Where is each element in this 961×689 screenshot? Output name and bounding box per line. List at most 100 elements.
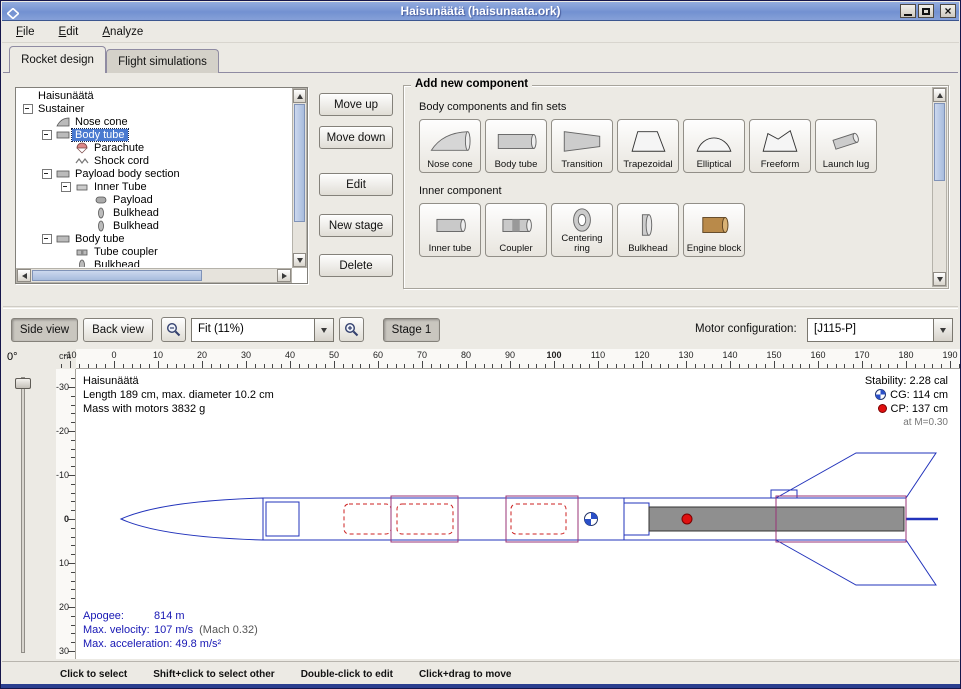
tab-flight-simulations[interactable]: Flight simulations [106,49,219,73]
add-bulkhead-button[interactable]: Bulkhead [617,203,679,257]
add-centering-ring-button[interactable]: Centering ring [551,203,613,257]
tree-spacer [78,206,92,219]
add-elliptical-button[interactable]: Elliptical [683,119,745,173]
magnifier-minus-icon [166,322,181,337]
add-nose-cone-button[interactable]: Nose cone [419,119,481,173]
arrow-up-icon [297,94,303,99]
add-body-tube-button[interactable]: Body tube [485,119,547,173]
add-trapezoidal-button[interactable]: Trapezoidal [617,119,679,173]
scroll-down-button[interactable] [933,272,946,286]
rotation-slider-track[interactable] [21,377,25,653]
tree-spacer [59,258,73,267]
body-tube-icon [54,168,72,180]
menu-file[interactable]: File [14,24,37,40]
scroll-left-button[interactable] [17,269,31,282]
back-view-button[interactable]: Back view [83,318,153,342]
motor-configuration-combo[interactable]: [J115-P] [807,318,953,342]
tab-rocket-design[interactable]: Rocket design [9,46,106,73]
side-view-button[interactable]: Side view [11,318,78,342]
tree-spacer [59,245,73,258]
stability-value: Stability: 2.28 cal [865,375,948,387]
motor-configuration-label: Motor configuration: [695,323,797,335]
add-engine-block-button[interactable]: Engine block [683,203,745,257]
close-button[interactable]: × [940,4,956,18]
maximize-button[interactable] [918,4,934,18]
combo-dropdown-button[interactable] [314,319,333,341]
scrollbar-thumb[interactable] [32,270,202,281]
add-launch-lug-button[interactable]: Launch lug [815,119,877,173]
tree-spacer [59,141,73,154]
tile-label: Engine block [687,244,741,254]
tree-item-label: Payload body section [72,168,183,180]
window-controls: × [900,4,956,18]
menu-edit[interactable]: Edit [57,24,81,40]
scroll-right-button[interactable] [277,269,291,282]
collapse-handle-icon[interactable] [59,180,73,193]
app-window: Haisunäätä (haisunaata.ork) × File Edit An… [0,0,961,689]
add-freeform-button[interactable]: Freeform [749,119,811,173]
status-hint-click-drag-to-move: Click+drag to move [419,669,512,680]
shock-cord-icon [73,155,91,167]
tree-item-payload-body-section[interactable]: Payload body section [17,167,291,180]
tree-item-label: Bulkhead [110,207,162,219]
tree-item-label: Bulkhead [91,259,143,268]
tree-item-label: Bulkhead [110,220,162,232]
tree-item-body-tube[interactable]: Body tube [17,232,291,245]
tree-vertical-scrollbar[interactable] [292,88,307,268]
zoom-in-button[interactable] [339,317,364,342]
status-hint-click-to-select: Click to select [60,669,127,680]
h-ruler: -100102030405060708090100110120130140150… [76,349,961,369]
window-title: Haisunäätä (haisunaata.ork) [2,4,959,18]
zoom-out-button[interactable] [161,317,186,342]
scroll-up-button[interactable] [933,88,946,102]
add-transition-button[interactable]: Transition [551,119,613,173]
add-panel-scrollbar[interactable] [932,87,947,287]
delete-button[interactable]: Delete [319,254,393,277]
add-coupler-button[interactable]: Coupler [485,203,547,257]
scroll-up-button[interactable] [293,89,306,103]
collapse-handle-icon[interactable] [40,167,54,180]
menu-analyze[interactable]: Analyze [100,24,145,40]
status-hint-shift-click-to-select-other: Shift+click to select other [153,669,274,680]
zoom-level-combo[interactable]: Fit (11%) [191,318,334,342]
tree-item-parachute[interactable]: Parachute [17,141,291,154]
rotation-slider-thumb[interactable] [15,378,31,389]
move-down-button[interactable]: Move down [319,126,393,149]
tree-item-bulkhead[interactable]: Bulkhead [17,219,291,232]
collapse-handle-icon[interactable] [40,128,54,141]
inner-components-shape [344,504,566,534]
title-bar[interactable]: Haisunäätä (haisunaata.ork) × [2,2,959,21]
tree-item-body-tube[interactable]: Body tube [17,128,291,141]
scrollbar-thumb[interactable] [934,103,945,181]
add-inner-tube-button[interactable]: Inner tube [419,203,481,257]
chevron-down-icon [940,328,946,333]
tree-horizontal-scrollbar[interactable] [16,268,292,283]
tree-item-bulkhead[interactable]: Bulkhead [17,258,291,267]
combo-dropdown-button[interactable] [933,319,952,341]
rocket-canvas[interactable]: Haisunäätä Length 189 cm, max. diameter … [76,369,960,659]
tree-item-tube-coupler[interactable]: Tube coupler [17,245,291,258]
tree-item-shock-cord[interactable]: Shock cord [17,154,291,167]
coupler-icon [494,206,538,244]
split-divider[interactable] [3,306,958,309]
tree-item-inner-tube[interactable]: Inner Tube [17,180,291,193]
tree-item-sustainer[interactable]: Sustainer [17,102,291,115]
scrollbar-thumb[interactable] [294,104,305,222]
tree-item-haisun-t[interactable]: Haisunäätä [17,89,291,102]
tree-item-bulkhead[interactable]: Bulkhead [17,206,291,219]
stage-1-toggle[interactable]: Stage 1 [383,318,440,342]
move-up-button[interactable]: Move up [319,93,393,116]
menu-bar: File Edit Analyze [2,21,959,43]
collapse-handle-icon[interactable] [21,102,35,115]
edit-button[interactable]: Edit [319,173,393,196]
tree-item-payload[interactable]: Payload [17,193,291,206]
scroll-down-button[interactable] [293,253,306,267]
tile-label: Transition [561,160,602,170]
zoom-level-value: Fit (11%) [192,319,314,341]
collapse-handle-icon[interactable] [40,232,54,245]
minimize-button[interactable] [900,4,916,18]
rocket-dimensions: Length 189 cm, max. diameter 10.2 cm [83,388,274,402]
tree-item-nose-cone[interactable]: Nose cone [17,115,291,128]
tree-item-label: Parachute [91,142,147,154]
new-stage-button[interactable]: New stage [319,214,393,237]
